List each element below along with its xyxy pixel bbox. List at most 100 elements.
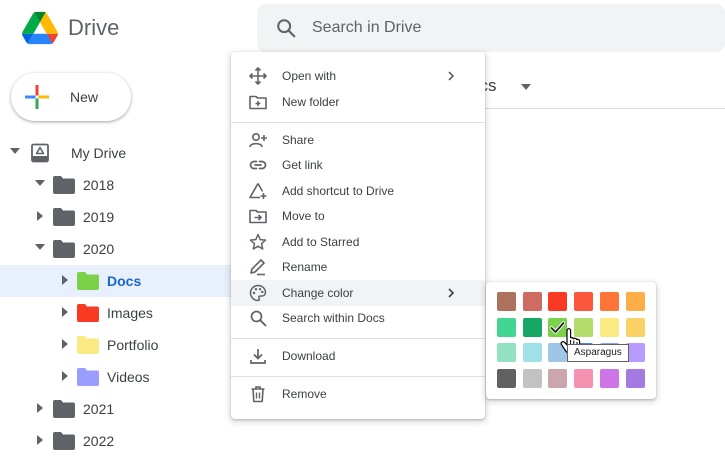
menu-item-add-shortcut-to-drive[interactable]: Add shortcut to Drive: [231, 178, 485, 204]
color-swatch[interactable]: [548, 369, 568, 389]
tree-item-label: 2018: [83, 177, 115, 193]
new-button[interactable]: New: [11, 73, 131, 121]
tree-item-label: Docs: [107, 273, 142, 289]
tree-item-label: My Drive: [71, 145, 127, 161]
menu-item-label: Add shortcut to Drive: [282, 184, 395, 198]
download-icon: [250, 349, 266, 364]
main-header-divider: [472, 108, 725, 109]
menu-item-get-link[interactable]: Get link: [231, 152, 485, 178]
caret-right-icon[interactable]: [37, 211, 43, 221]
menu-item-change-color[interactable]: Change color: [231, 280, 485, 306]
menu-item-label: Open with: [282, 69, 337, 83]
folder-icon: [53, 400, 75, 418]
folder-icon: [53, 432, 75, 450]
color-swatch[interactable]: [497, 292, 516, 311]
tree-item-2021[interactable]: 2021: [0, 393, 232, 425]
app-brand: Drive: [68, 15, 120, 40]
caret-right-icon[interactable]: [37, 403, 43, 413]
plus-icon: [25, 85, 49, 109]
menu-item-add-to-starred[interactable]: Add to Starred: [231, 229, 485, 255]
color-swatch[interactable]: [625, 317, 645, 337]
search-bar[interactable]: [257, 4, 725, 52]
menu-item-new-folder[interactable]: New folder: [231, 89, 485, 115]
folder-icon: [77, 272, 99, 290]
menu-item-label: Add to Starred: [282, 235, 360, 249]
menu-item-label: Rename: [282, 260, 328, 274]
move-to-icon: [249, 209, 267, 224]
tree-item-label: Videos: [107, 369, 150, 385]
tree-item-videos[interactable]: Videos: [0, 361, 232, 393]
color-tooltip: Asparagus: [567, 344, 629, 362]
color-swatch[interactable]: [625, 369, 645, 389]
drive-logo-icon: [22, 11, 58, 45]
palette-icon: [249, 284, 267, 302]
menu-item-rename[interactable]: Rename: [231, 254, 485, 280]
tree-item-portfolio[interactable]: Portfolio: [0, 329, 232, 361]
menu-item-search-within-docs[interactable]: Search within Docs: [231, 305, 485, 331]
menu-separator: [231, 122, 485, 123]
color-swatch[interactable]: [574, 369, 594, 389]
menu-item-label: Move to: [282, 209, 325, 223]
rename-pencil-icon: [250, 259, 265, 276]
caret-down-icon[interactable]: [35, 180, 45, 186]
tree-item-label: 2021: [83, 401, 115, 417]
my-drive-icon: [31, 143, 49, 163]
tree-item-2019[interactable]: 2019: [0, 201, 232, 233]
caret-down-icon[interactable]: [10, 148, 20, 154]
menu-item-move-to[interactable]: Move to: [231, 203, 485, 229]
caret-right-icon[interactable]: [62, 307, 68, 317]
menu-item-download[interactable]: Download: [231, 343, 485, 369]
tree-item-label: 2020: [83, 241, 115, 257]
color-swatch[interactable]: [599, 292, 619, 311]
tree-item-docs[interactable]: Docs: [0, 265, 232, 297]
tree-item-2018[interactable]: 2018: [0, 169, 232, 201]
color-swatch[interactable]: [522, 292, 542, 311]
color-swatch[interactable]: [599, 369, 619, 389]
trash-icon: [251, 386, 265, 403]
menu-item-label: New folder: [282, 95, 340, 109]
open-with-icon: [249, 67, 267, 85]
tree-item-my-drive[interactable]: My Drive: [0, 137, 232, 169]
tree-item-images[interactable]: Images: [0, 297, 232, 329]
tree-item-label: 2022: [83, 433, 115, 449]
menu-item-label: Remove: [282, 387, 327, 401]
color-swatch[interactable]: [497, 317, 516, 337]
folder-icon: [77, 336, 99, 354]
tree-item-2022[interactable]: 2022: [0, 425, 232, 457]
caret-down-icon[interactable]: [35, 244, 45, 250]
tree-item-label: Images: [107, 305, 153, 321]
share-person-icon: [249, 132, 267, 148]
color-swatch[interactable]: [497, 369, 516, 389]
folder-icon: [53, 208, 75, 226]
new-folder-icon: [249, 95, 267, 110]
menu-item-label: Get link: [282, 158, 323, 172]
menu-item-label: Download: [282, 349, 336, 363]
menu-item-label: Change color: [282, 286, 354, 300]
caret-right-icon[interactable]: [37, 435, 43, 445]
chevron-right-icon: [448, 288, 455, 298]
color-swatch[interactable]: [599, 317, 619, 337]
search-input[interactable]: [312, 4, 712, 52]
menu-item-label: Search within Docs: [282, 311, 385, 325]
color-swatch[interactable]: [522, 343, 542, 363]
color-swatch[interactable]: [522, 369, 542, 389]
tree-item-2020[interactable]: 2020: [0, 233, 232, 265]
menu-item-open-with[interactable]: Open with: [231, 63, 485, 89]
color-swatch[interactable]: [625, 292, 645, 311]
menu-separator: [231, 376, 485, 377]
folder-icon: [53, 240, 75, 258]
color-swatch[interactable]: [522, 317, 542, 337]
caret-right-icon[interactable]: [62, 275, 68, 285]
color-swatch[interactable]: [574, 292, 594, 311]
color-swatch[interactable]: [497, 343, 516, 363]
chevron-down-icon[interactable]: [521, 84, 531, 90]
context-menu: Open with New folder Share Get link Add shor…: [231, 52, 485, 419]
menu-item-share[interactable]: Share: [231, 127, 485, 153]
caret-right-icon[interactable]: [62, 339, 68, 349]
color-swatch[interactable]: [548, 292, 568, 311]
link-icon: [249, 160, 267, 170]
chevron-right-icon: [448, 71, 455, 81]
search-icon[interactable]: [275, 17, 297, 39]
menu-item-remove[interactable]: Remove: [231, 381, 485, 407]
caret-right-icon[interactable]: [62, 371, 68, 381]
